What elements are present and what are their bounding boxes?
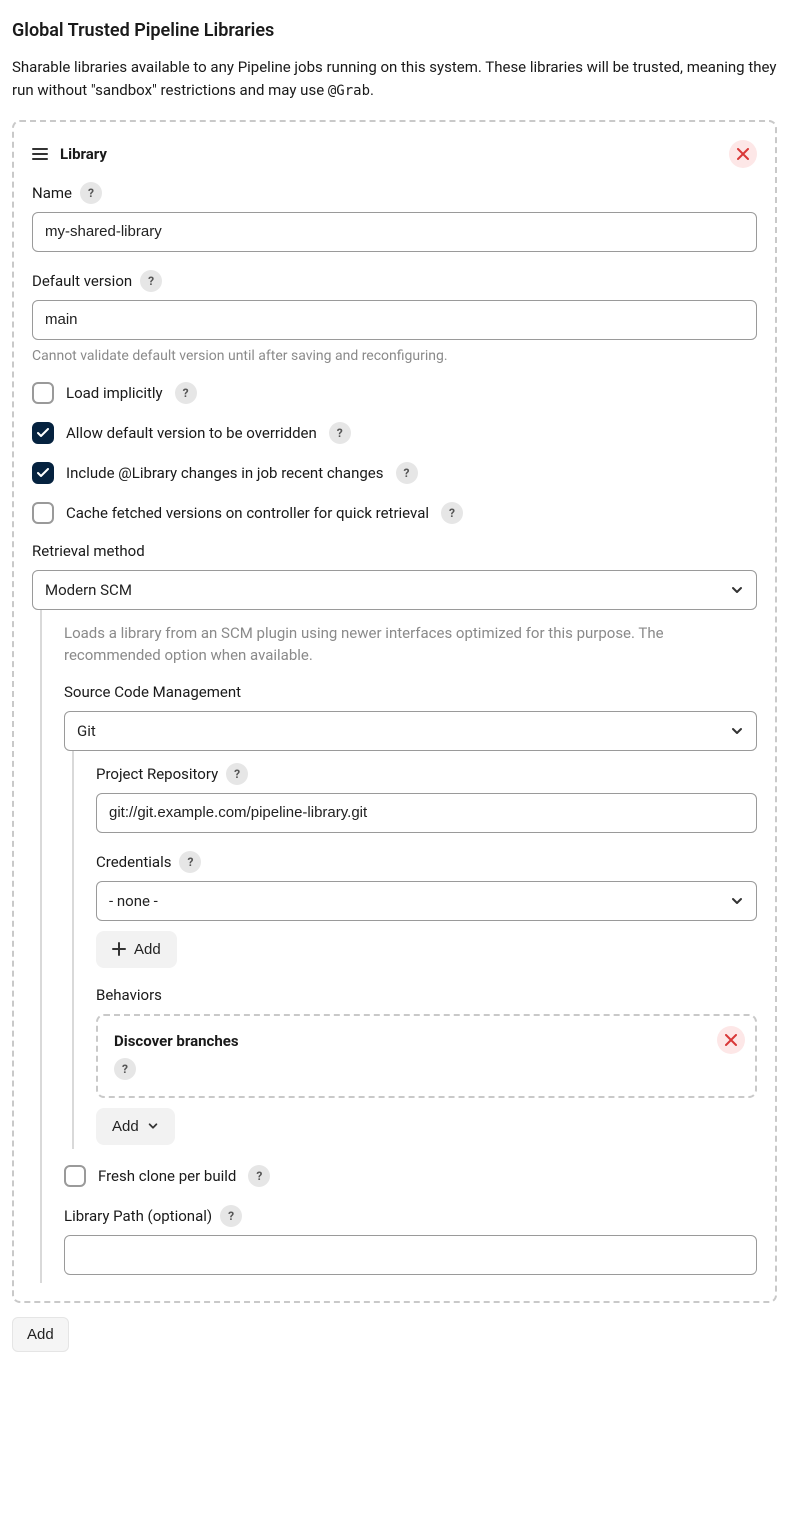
page-intro: Sharable libraries available to any Pipe…: [12, 56, 777, 102]
allow-override-checkbox[interactable]: [32, 422, 54, 444]
retrieval-method-label: Retrieval method: [32, 542, 757, 560]
default-version-input[interactable]: [32, 300, 757, 340]
library-box-header-left: Library: [32, 145, 107, 163]
fresh-clone-label: Fresh clone per build: [98, 1167, 236, 1185]
chevron-down-icon: [730, 724, 744, 738]
load-implicitly-row: Load implicitly ?: [32, 382, 757, 404]
help-icon[interactable]: ?: [175, 382, 197, 404]
include-changes-row: Include @Library changes in job recent c…: [32, 462, 757, 484]
credentials-label: Credentials: [96, 853, 171, 871]
add-behavior-button[interactable]: Add: [96, 1108, 175, 1145]
cache-fetched-checkbox[interactable]: [32, 502, 54, 524]
fresh-clone-row: Fresh clone per build ?: [64, 1165, 757, 1187]
help-icon[interactable]: ?: [80, 182, 102, 204]
name-label: Name: [32, 184, 72, 202]
library-path-label: Library Path (optional): [64, 1207, 212, 1225]
include-changes-checkbox[interactable]: [32, 462, 54, 484]
name-field: Name ?: [32, 182, 757, 252]
help-icon[interactable]: ?: [441, 502, 463, 524]
scm-select[interactable]: Git: [64, 711, 757, 751]
add-credentials-label: Add: [134, 941, 161, 958]
load-implicitly-checkbox[interactable]: [32, 382, 54, 404]
help-icon[interactable]: ?: [114, 1058, 136, 1080]
chevron-down-icon: [730, 583, 744, 597]
repo-field: Project Repository ?: [96, 763, 757, 833]
chevron-down-icon: [147, 1120, 159, 1132]
behaviors-label: Behaviors: [96, 986, 757, 1004]
help-icon[interactable]: ?: [220, 1205, 242, 1227]
close-icon: [737, 148, 749, 160]
page-title: Global Trusted Pipeline Libraries: [12, 20, 777, 41]
add-library-button[interactable]: Add: [12, 1317, 69, 1352]
repo-input[interactable]: [96, 793, 757, 833]
drag-handle-icon[interactable]: [32, 148, 48, 160]
chevron-down-icon: [730, 894, 744, 908]
help-icon[interactable]: ?: [226, 763, 248, 785]
credentials-field: Credentials ? - none - Add: [96, 851, 757, 968]
help-icon[interactable]: ?: [179, 851, 201, 873]
close-icon: [725, 1034, 737, 1046]
scm-value: Git: [77, 722, 96, 740]
default-version-hint: Cannot validate default version until af…: [32, 348, 757, 364]
add-behavior-label: Add: [112, 1118, 139, 1135]
behavior-title: Discover branches: [114, 1032, 739, 1050]
retrieval-nested: Loads a library from an SCM plugin using…: [40, 610, 757, 1283]
intro-text: Sharable libraries available to any Pipe…: [12, 58, 776, 99]
add-credentials-button[interactable]: Add: [96, 931, 177, 968]
credentials-select[interactable]: - none -: [96, 881, 757, 921]
remove-behavior-button[interactable]: [717, 1026, 745, 1054]
library-path-field: Library Path (optional) ?: [64, 1205, 757, 1275]
help-icon[interactable]: ?: [140, 270, 162, 292]
load-implicitly-label: Load implicitly: [66, 384, 163, 402]
name-input[interactable]: [32, 212, 757, 252]
default-version-label: Default version: [32, 272, 132, 290]
library-box-title: Library: [60, 145, 107, 163]
allow-override-label: Allow default version to be overridden: [66, 424, 317, 442]
repo-label: Project Repository: [96, 765, 218, 783]
cache-fetched-label: Cache fetched versions on controller for…: [66, 504, 429, 522]
help-icon[interactable]: ?: [329, 422, 351, 444]
default-version-field: Default version ? Cannot validate defaul…: [32, 270, 757, 364]
scm-nested: Project Repository ? Credentials ? - non…: [72, 751, 757, 1149]
allow-override-row: Allow default version to be overridden ?: [32, 422, 757, 444]
library-path-input[interactable]: [64, 1235, 757, 1275]
library-box-header: Library: [32, 140, 757, 168]
behavior-box: Discover branches ?: [96, 1014, 757, 1098]
retrieval-description: Loads a library from an SCM plugin using…: [64, 622, 757, 667]
scm-label: Source Code Management: [64, 683, 757, 701]
plus-icon: [112, 942, 126, 956]
library-box: Library Name ? Default version ? Cannot …: [12, 120, 777, 1303]
cache-fetched-row: Cache fetched versions on controller for…: [32, 502, 757, 524]
credentials-value: - none -: [109, 892, 158, 910]
fresh-clone-checkbox[interactable]: [64, 1165, 86, 1187]
intro-code: @Grab: [328, 83, 370, 99]
help-icon[interactable]: ?: [248, 1165, 270, 1187]
add-library-label: Add: [27, 1326, 54, 1343]
retrieval-method-select[interactable]: Modern SCM: [32, 570, 757, 610]
retrieval-method-value: Modern SCM: [45, 581, 132, 599]
help-icon[interactable]: ?: [396, 462, 418, 484]
intro-text-post: .: [370, 81, 374, 99]
remove-library-button[interactable]: [729, 140, 757, 168]
include-changes-label: Include @Library changes in job recent c…: [66, 464, 384, 482]
